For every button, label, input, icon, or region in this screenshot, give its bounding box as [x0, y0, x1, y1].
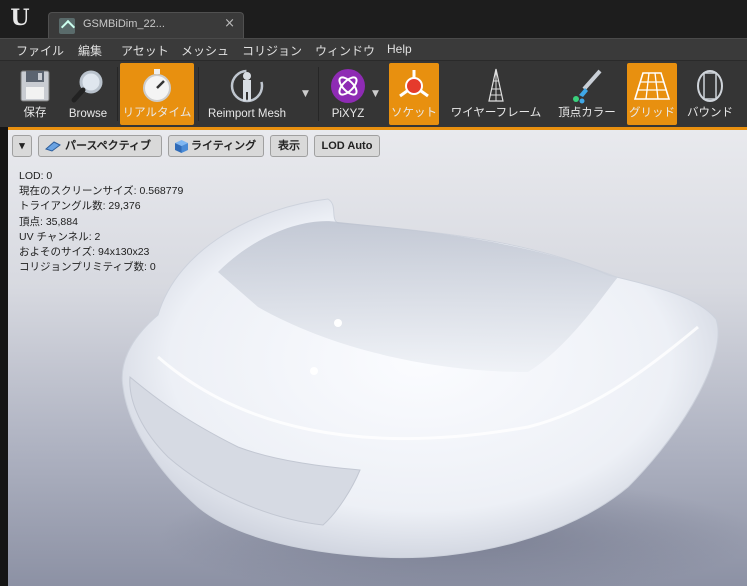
menu-mesh[interactable]: メッシュ: [181, 42, 229, 59]
pixyz-button[interactable]: PiXYZ: [324, 63, 372, 125]
perspective-dropdown[interactable]: パースペクティブ: [38, 135, 162, 157]
save-label: 保存: [23, 107, 47, 119]
reimport-dropdown-icon[interactable]: ▼: [302, 89, 309, 99]
browse-label: Browse: [68, 108, 108, 120]
asset-tab[interactable]: GSMBiDim_22... ×: [48, 12, 244, 38]
stat-vertices: 頂点: 35,884: [19, 215, 78, 228]
title-bar: U GSMBiDim_22... ×: [0, 0, 747, 38]
menu-edit[interactable]: 編集: [78, 42, 102, 59]
lod-dropdown[interactable]: LOD Auto: [314, 135, 380, 157]
toolbar-separator: [318, 67, 319, 121]
menu-file[interactable]: ファイル: [16, 42, 64, 59]
socket-label: ソケット: [391, 107, 437, 119]
stopwatch-icon: [143, 69, 171, 102]
socket-toggle[interactable]: ソケット: [389, 63, 439, 125]
perspective-label: パースペクティブ: [65, 140, 152, 152]
pixyz-label: PiXYZ: [331, 108, 365, 120]
close-tab-icon[interactable]: ×: [224, 16, 235, 31]
stat-triangles: トライアングル数: 29,376: [19, 200, 141, 213]
mesh-stats: LOD: 0 現在のスクリーンサイズ: 0.568779 トライアングル数: 2…: [19, 169, 183, 275]
lighting-label: ライティング: [191, 140, 257, 152]
magnifier-icon: [71, 70, 103, 103]
save-button[interactable]: 保存: [10, 63, 60, 125]
lod-label: LOD Auto: [321, 140, 373, 152]
pixyz-dropdown-icon[interactable]: ▼: [372, 89, 379, 99]
grid-icon: [633, 72, 671, 100]
toolbar: 保存 Browse リアルタイム Reimport Mesh ▼ PiXYZ ▼…: [0, 60, 747, 127]
bounds-label: バウンド: [687, 107, 733, 119]
menu-asset[interactable]: アセット: [121, 42, 169, 59]
floppy-disk-icon: [20, 70, 50, 102]
menu-help[interactable]: Help: [387, 42, 412, 56]
grid-toggle[interactable]: グリッド: [627, 63, 677, 125]
unreal-logo-icon: U: [10, 5, 30, 31]
reimport-mesh-button[interactable]: Reimport Mesh: [201, 63, 293, 125]
menu-collision[interactable]: コリジョン: [242, 42, 302, 59]
toolbar-separator: [198, 67, 199, 121]
toolbar-separator: [117, 67, 118, 121]
realtime-label: リアルタイム: [122, 107, 192, 119]
wireframe-icon: [488, 68, 504, 102]
realtime-toggle[interactable]: リアルタイム: [120, 63, 194, 125]
stat-screen-size: 現在のスクリーンサイズ: 0.568779: [19, 185, 184, 198]
bounds-icon: [697, 70, 723, 102]
socket-icon: [399, 70, 429, 98]
stat-collision-primitives: コリジョンプリミティブ数: 0: [19, 261, 156, 274]
viewport-options-dropdown[interactable]: ▾: [12, 135, 32, 157]
lit-cube-icon: [175, 140, 188, 153]
pixyz-logo-icon: [331, 69, 365, 103]
show-label: 表示: [278, 140, 300, 152]
bounds-button[interactable]: バウンド: [684, 63, 736, 125]
paint-brush-icon: [573, 69, 602, 104]
static-mesh-icon: [59, 18, 75, 34]
mesh-viewport[interactable]: ▾ パースペクティブ ライティング 表示 LOD Auto LOD: 0 現在の…: [8, 127, 747, 586]
browse-button[interactable]: Browse: [62, 63, 114, 125]
perspective-icon: [45, 141, 61, 152]
stat-approx-size: およそのサイズ: 94x130x23: [19, 246, 150, 259]
wireframe-button[interactable]: ワイヤーフレーム: [444, 63, 548, 125]
lighting-dropdown[interactable]: ライティング: [168, 135, 264, 157]
vertex-color-button[interactable]: 頂点カラー: [552, 63, 622, 125]
reimport-mesh-icon: [230, 69, 264, 103]
reimport-mesh-label: Reimport Mesh: [208, 108, 286, 120]
vertex-color-label: 頂点カラー: [558, 107, 616, 119]
wireframe-label: ワイヤーフレーム: [450, 107, 542, 119]
stat-uv-channels: UV チャンネル: 2: [19, 230, 101, 243]
menu-window[interactable]: ウィンドウ: [315, 42, 375, 59]
tab-title: GSMBiDim_22...: [83, 18, 165, 30]
chevron-down-icon: ▾: [19, 140, 25, 152]
stat-lod: LOD: 0: [19, 170, 53, 182]
menu-bar: ファイル 編集 アセット メッシュ コリジョン ウィンドウ Help: [0, 38, 747, 61]
show-dropdown[interactable]: 表示: [270, 135, 308, 157]
grid-label: グリッド: [629, 107, 675, 119]
